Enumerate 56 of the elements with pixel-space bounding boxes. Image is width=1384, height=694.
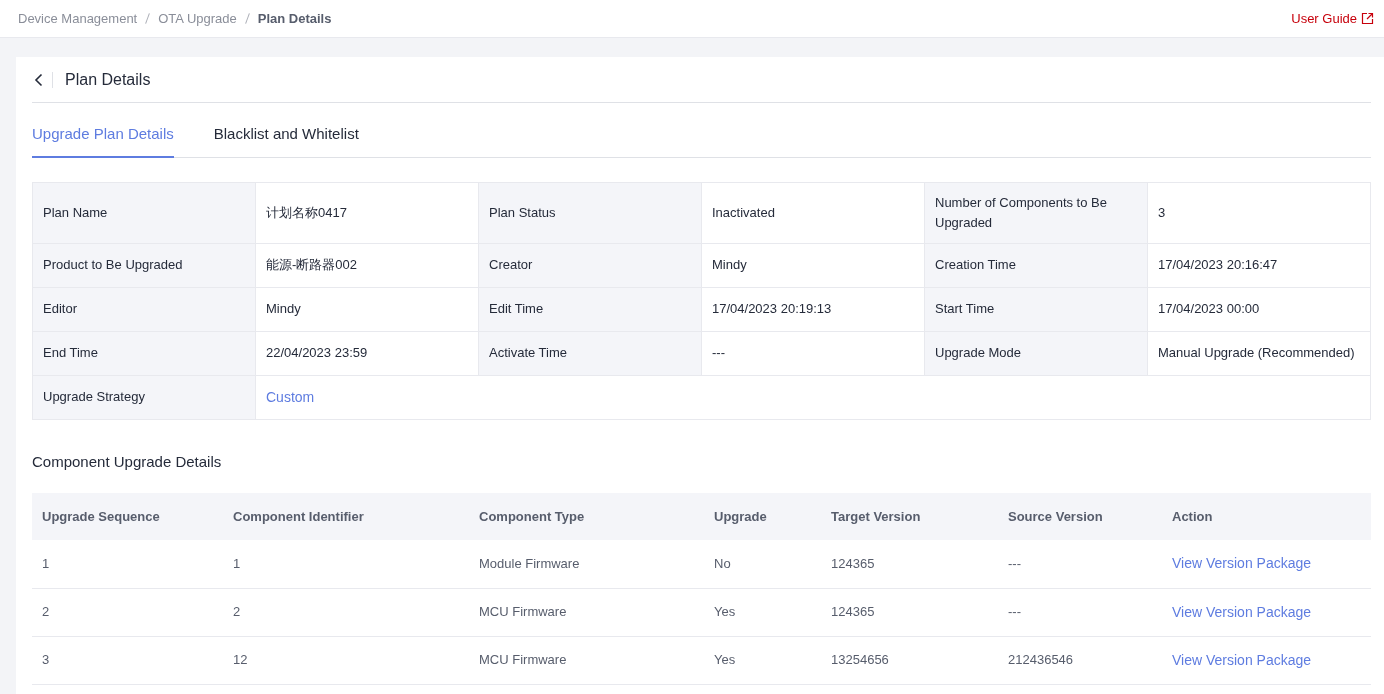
table-cell: ---: [998, 588, 1162, 636]
view-package-link[interactable]: View Version Package: [1172, 651, 1312, 668]
user-guide-link[interactable]: User Guide: [1291, 8, 1374, 29]
table-cell: MCU Firmware: [469, 636, 704, 684]
field-label: Creator: [479, 243, 702, 288]
column-header: Target Version: [821, 493, 998, 540]
field-label: End Time: [33, 331, 256, 376]
external-link-icon: [1361, 12, 1374, 25]
field-label: Activate Time: [479, 331, 702, 376]
field-label: Plan Status: [479, 182, 702, 244]
tab[interactable]: Blacklist and Whitelist: [213, 123, 359, 158]
tab[interactable]: Upgrade Plan Details: [32, 123, 174, 158]
field-value: 17/04/2023 20:16:47: [1148, 243, 1371, 288]
table-cell: Yes: [704, 636, 821, 684]
table-cell: No: [704, 540, 821, 588]
table-cell: 2: [32, 588, 223, 636]
column-header: Action: [1162, 493, 1371, 540]
table-cell: 1: [32, 540, 223, 588]
field-label: Edit Time: [479, 287, 702, 332]
table-cell: 13254656: [821, 636, 998, 684]
column-header: Source Version: [998, 493, 1162, 540]
table-cell: 212436546: [998, 636, 1162, 684]
field-value: 3: [1148, 182, 1371, 244]
chevron-left-icon: [34, 72, 44, 87]
field-value: 17/04/2023 00:00: [1148, 287, 1371, 332]
table-cell: MCU Firmware: [469, 588, 704, 636]
view-package-link[interactable]: View Version Package: [1172, 555, 1312, 572]
page-title: Plan Details: [65, 69, 151, 90]
column-header: Upgrade Sequence: [32, 493, 223, 540]
table-cell: 124365: [821, 540, 998, 588]
breadcrumb-current: Plan Details: [257, 9, 332, 28]
field-label: Editor: [33, 287, 256, 332]
table-cell: 3: [32, 636, 223, 684]
column-header: Upgrade: [704, 493, 821, 540]
table-cell: 12: [223, 636, 469, 684]
column-header: Component Type: [469, 493, 704, 540]
breadcrumb-link[interactable]: OTA Upgrade: [158, 8, 237, 29]
field-label: Upgrade Strategy: [33, 375, 256, 420]
column-header: Component Identifier: [223, 493, 469, 540]
field-label: Number of Components to Be Upgraded: [925, 182, 1148, 244]
breadcrumb-link[interactable]: Device Management: [18, 8, 138, 29]
table-cell: 1: [223, 540, 469, 588]
field-label: Upgrade Mode: [925, 331, 1148, 376]
table-cell: 2: [223, 588, 469, 636]
table-cell: Yes: [704, 588, 821, 636]
view-package-link[interactable]: View Version Package: [1172, 603, 1312, 620]
table-cell: 124365: [821, 588, 998, 636]
strategy-link[interactable]: Custom: [266, 387, 315, 407]
field-label: Product to Be Upgraded: [33, 243, 256, 288]
field-label: Start Time: [925, 287, 1148, 332]
section-title: Component Upgrade Details: [32, 451, 223, 472]
field-value: Manual Upgrade (Recommended): [1148, 331, 1371, 376]
table-cell: Module Firmware: [469, 540, 704, 588]
field-label: Plan Name: [33, 182, 256, 244]
table-cell: ---: [998, 540, 1162, 588]
field-label: Creation Time: [925, 243, 1148, 288]
